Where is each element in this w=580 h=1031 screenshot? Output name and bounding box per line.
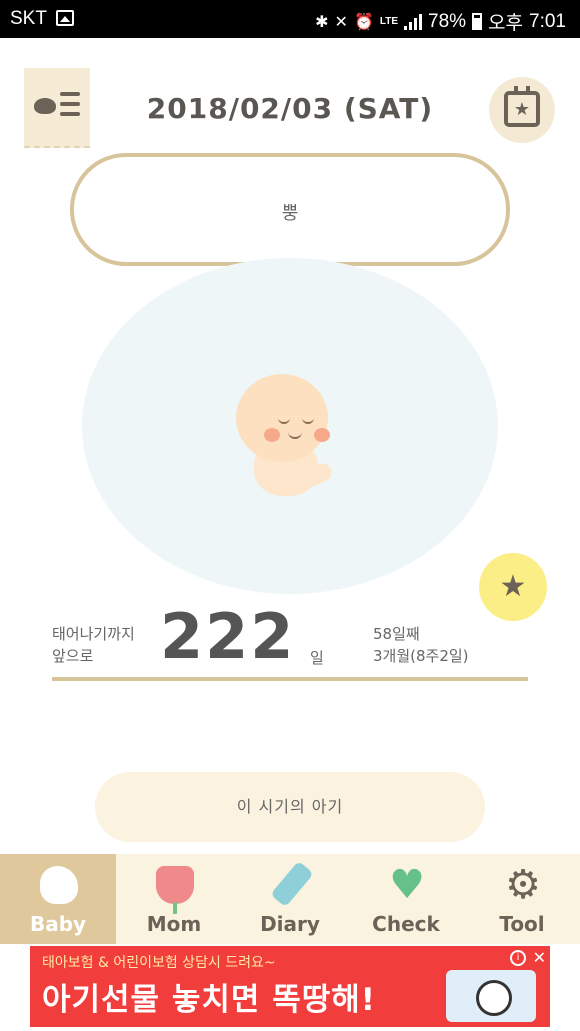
mute-icon: ✕ [334,13,348,31]
alarm-icon: ⏰ [353,13,374,31]
ampm-label: 오후 [488,13,524,34]
nav-tool[interactable]: ⚙ Tool [464,854,580,944]
countdown-days: 222 [160,600,296,673]
countdown-divider [52,677,528,681]
status-bar: SKT ✱ ✕ ⏰ LTE 78% 오후 7:01 [0,0,580,38]
nav-baby[interactable]: Baby [0,854,116,944]
battery-icon [472,13,483,30]
tulip-icon [156,866,194,914]
countdown-unit: 일 [310,649,324,667]
calendar-star-icon: ★ [513,99,531,120]
baby-this-period-button[interactable]: 이 시기의 아기 [95,772,485,842]
fetus-cheek-right [314,428,330,442]
pregnancy-age-info: 58일째 3개월(8주2일) [373,623,469,667]
image-notification-icon [56,10,74,26]
fetus-cheek-left [264,428,280,442]
ad-banner[interactable]: 태아보험 & 어린이보험 상담시 드려요~ 아기선물 놓치면 똑땅해! i ✕ [30,946,550,1027]
clock: 7:01 [529,10,566,32]
heartbeat-icon: ♥ [389,862,425,908]
ad-product-image [446,970,536,1022]
carrier-label: SKT [10,8,47,29]
nav-mom[interactable]: Mom [116,854,232,944]
day-count: 58일째 [373,625,420,643]
menu-lines-icon [60,92,80,122]
countdown-prefix: 태어나기까지 앞으로 [52,625,135,665]
month-week: 3개월(8주2일) [373,647,469,665]
nav-baby-label: Baby [29,912,87,936]
gear-icon: ⚙ [505,862,541,908]
lte-icon: LTE [379,15,399,27]
nav-check-label: Check [372,912,440,936]
nav-check[interactable]: ♥ Check [348,854,464,944]
bottom-nav: Baby Mom Diary ♥ Check ⚙ Tool [0,854,580,944]
status-icons: ✱ ✕ ⏰ LTE 78% 오후 7:01 [315,8,566,35]
fetus-illustration[interactable] [220,370,360,510]
bluetooth-icon: ✱ [315,13,329,31]
nav-diary[interactable]: Diary [232,854,348,944]
ad-subtitle: 태아보험 & 어린이보험 상담시 드려요~ [42,955,276,971]
date-title[interactable]: 2018/02/03 (SAT) [120,92,460,125]
nav-mom-label: Mom [146,912,202,936]
speech-bubble[interactable]: 뿡 [70,153,510,266]
nav-tool-label: Tool [499,912,545,936]
star-icon: ★ [499,569,527,604]
ad-headline: 아기선물 놓치면 똑땅해! [42,982,376,1018]
signal-icon [404,13,423,30]
bird-icon [40,866,78,904]
favorite-star-button[interactable]: ★ [479,553,547,621]
speech-bubble-text: 뿡 [281,203,299,224]
ad-close-icon[interactable]: ✕ [533,948,546,967]
ad-info-icon[interactable]: i [510,950,526,966]
battery-percent: 78% [428,10,467,32]
menu-button[interactable] [24,68,90,148]
pencil-icon [270,860,314,908]
calendar-button[interactable]: ★ [489,77,555,143]
menu-bird-icon [34,98,56,114]
nav-diary-label: Diary [260,912,320,936]
